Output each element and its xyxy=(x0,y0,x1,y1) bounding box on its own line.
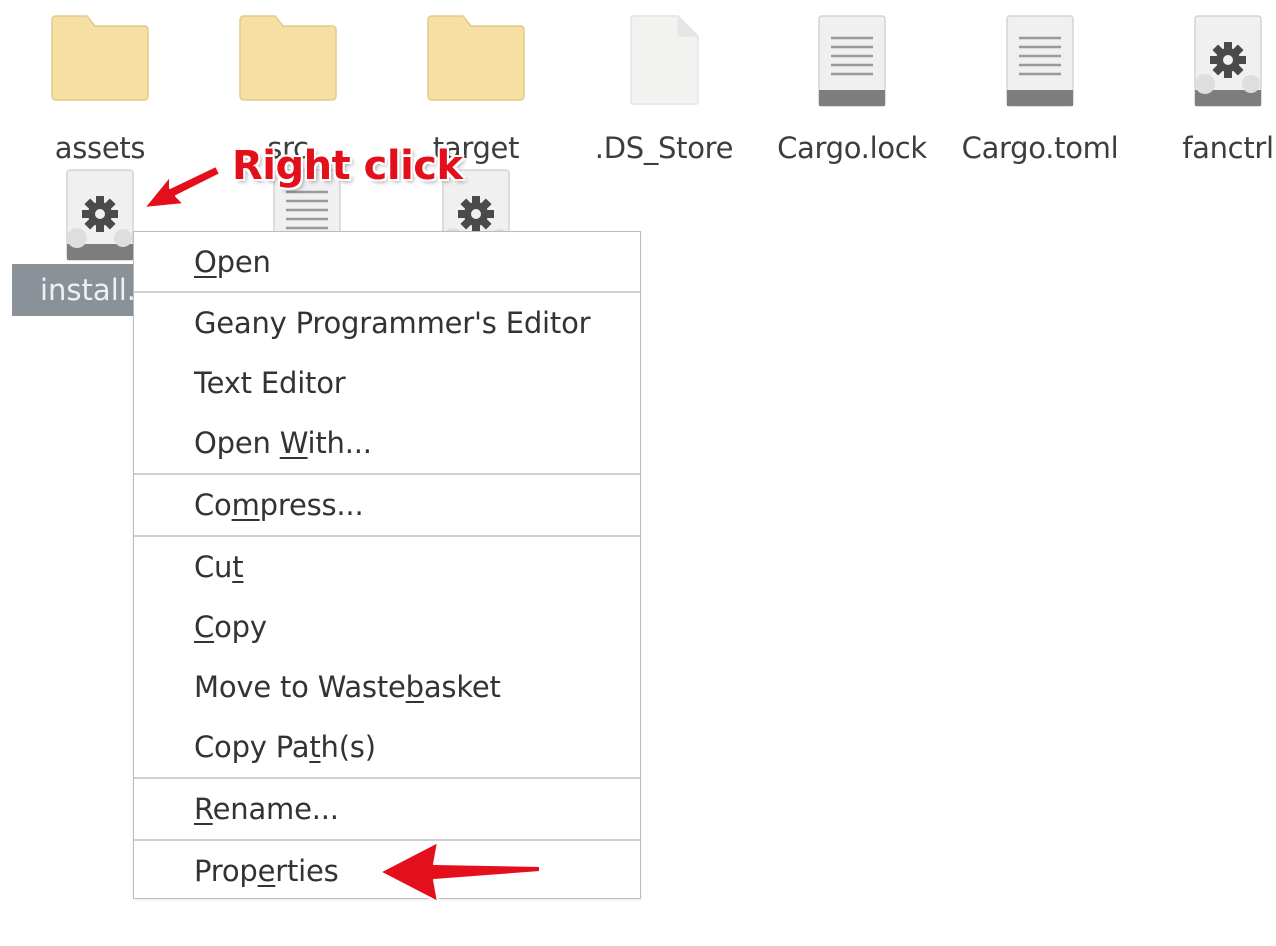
mnemonic-char: W xyxy=(279,426,308,460)
menu-item-cut[interactable]: Cut xyxy=(134,537,640,597)
file-target[interactable]: target xyxy=(387,14,565,165)
file-cargo-lock[interactable]: Cargo.lock xyxy=(763,14,941,165)
menu-item-copy-paths[interactable]: Copy Path(s) xyxy=(134,717,640,777)
file-fanctrl[interactable]: fanctrl xyxy=(1139,14,1276,165)
text-file-icon xyxy=(818,15,886,107)
context-menu: Open Geany Programmer's Editor Text Edit… xyxy=(133,231,641,899)
menu-item-label: Copy Pa xyxy=(194,730,310,764)
mnemonic-char: b xyxy=(405,670,424,704)
folder-icon xyxy=(427,15,525,101)
menu-item-label: opy xyxy=(214,610,267,644)
menu-item-label: Prop xyxy=(194,854,258,888)
blank-file-icon xyxy=(630,15,699,105)
executable-file-icon xyxy=(66,169,134,261)
menu-item-label: Cu xyxy=(194,550,233,584)
mnemonic-char: t xyxy=(232,550,244,584)
menu-item-open-with[interactable]: Open With... xyxy=(134,413,640,473)
file-label: Cargo.toml xyxy=(961,131,1119,165)
menu-item-label: asket xyxy=(423,670,501,704)
file-label: Cargo.lock xyxy=(777,131,927,165)
mnemonic-char: e xyxy=(257,854,276,888)
mnemonic-char: m xyxy=(231,488,260,522)
menu-item-label: h(s) xyxy=(320,730,377,764)
file-cargo-toml[interactable]: Cargo.toml xyxy=(951,14,1129,165)
menu-item-label: press... xyxy=(259,488,364,522)
menu-item-label: ename... xyxy=(212,792,339,826)
annotation-arrow-properties-icon xyxy=(379,841,541,903)
menu-item-rename[interactable]: Rename... xyxy=(134,779,640,839)
file-assets[interactable]: assets xyxy=(11,14,189,165)
file-ds-store[interactable]: .DS_Store xyxy=(575,14,753,165)
menu-item-label: Geany Programmer's Editor xyxy=(194,306,591,340)
mnemonic-char: O xyxy=(194,245,217,279)
annotation-label: Right click xyxy=(232,143,463,189)
menu-item-label: Text Editor xyxy=(194,366,346,400)
mnemonic-char: t xyxy=(309,730,321,764)
text-file-icon xyxy=(1006,15,1074,107)
folder-icon xyxy=(51,15,149,101)
menu-item-label: Co xyxy=(194,488,232,522)
file-label: .DS_Store xyxy=(594,131,734,165)
menu-item-label: rties xyxy=(275,854,339,888)
menu-item-text-editor[interactable]: Text Editor xyxy=(134,353,640,413)
file-src[interactable]: src xyxy=(199,14,377,165)
folder-icon xyxy=(239,15,337,101)
menu-item-move-to-wastebasket[interactable]: Move to Wastebasket xyxy=(134,657,640,717)
menu-item-label: Move to Waste xyxy=(194,670,406,704)
menu-item-geany[interactable]: Geany Programmer's Editor xyxy=(134,293,640,353)
menu-item-label: Open xyxy=(194,426,280,460)
mnemonic-char: C xyxy=(194,610,215,644)
annotation-arrow-icon xyxy=(143,165,221,209)
menu-item-label: pen xyxy=(216,245,271,279)
menu-item-label: ith... xyxy=(307,426,372,460)
executable-file-icon xyxy=(1194,15,1262,107)
mnemonic-char: R xyxy=(194,792,213,826)
menu-item-copy[interactable]: Copy xyxy=(134,597,640,657)
file-label: fanctrl xyxy=(1182,131,1274,165)
menu-item-compress[interactable]: Compress... xyxy=(134,475,640,535)
menu-item-open[interactable]: Open xyxy=(134,232,640,292)
